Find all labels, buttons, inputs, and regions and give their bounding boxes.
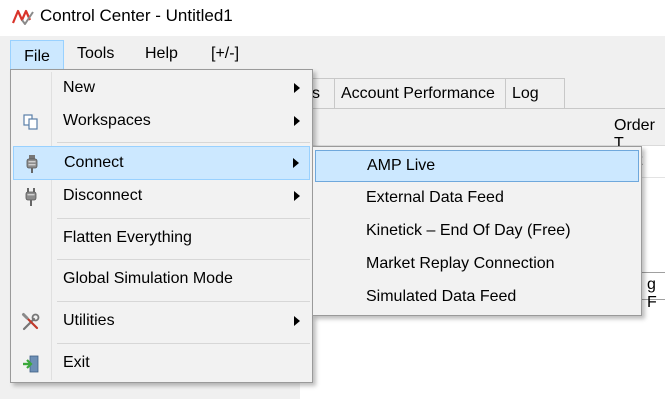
window-title: Control Center - Untitled1	[40, 6, 233, 25]
menu-item-label: Workspaces	[63, 112, 151, 129]
submenu-item-label: AMP Live	[367, 157, 436, 174]
title-bar: Control Center - Untitled1	[0, 0, 665, 36]
submenu-arrow-icon	[293, 158, 299, 168]
menu-tools[interactable]: Tools	[69, 40, 122, 68]
menu-item-utilities[interactable]: Utilities	[13, 305, 310, 339]
menu-item-label: Global Simulation Mode	[63, 270, 233, 287]
menu-help[interactable]: Help	[137, 40, 186, 68]
disconnect-plug-icon	[25, 188, 37, 206]
menu-item-label: Connect	[64, 154, 124, 171]
ninjatrader-logo-icon	[11, 9, 34, 25]
submenu-arrow-icon	[294, 83, 300, 93]
submenu-item-label: Kinetick – End Of Day (Free)	[366, 222, 571, 239]
menu-separator	[57, 301, 310, 302]
menu-item-exit[interactable]: Exit	[13, 347, 310, 381]
workspaces-icon	[23, 114, 38, 130]
tab-strip: s Account Performance Log	[300, 78, 665, 108]
tab-account-performance[interactable]: Account Performance	[334, 78, 506, 108]
menu-item-connect[interactable]: Connect	[13, 146, 310, 180]
menu-item-flatten-everything[interactable]: Flatten Everything	[13, 222, 310, 256]
submenu-item-simulated-data-feed[interactable]: Simulated Data Feed	[315, 282, 639, 314]
menu-item-label: New	[63, 79, 96, 96]
submenu-arrow-icon	[294, 316, 300, 326]
partial-field-text: g F	[647, 276, 657, 311]
menu-separator	[57, 343, 310, 344]
exit-door-icon	[23, 355, 39, 373]
submenu-item-label: Market Replay Connection	[366, 255, 555, 272]
submenu-item-external-data-feed[interactable]: External Data Feed	[315, 183, 639, 215]
submenu-item-label: External Data Feed	[366, 189, 504, 206]
file-menu-dropdown: New Workspaces Connect Disconnect Flatte…	[10, 69, 313, 383]
menu-separator	[57, 218, 310, 219]
submenu-item-amp-live[interactable]: AMP Live	[315, 150, 639, 182]
tab-log[interactable]: Log	[505, 78, 565, 108]
utilities-tools-icon	[22, 313, 40, 331]
menu-expand-collapse[interactable]: [+/-]	[203, 40, 247, 68]
submenu-item-label: Simulated Data Feed	[366, 288, 517, 305]
connect-submenu: AMP Live External Data Feed Kinetick – E…	[312, 146, 642, 316]
menu-item-label: Flatten Everything	[63, 229, 192, 246]
connect-plug-icon	[26, 155, 38, 173]
menu-item-disconnect[interactable]: Disconnect	[13, 180, 310, 214]
submenu-item-market-replay[interactable]: Market Replay Connection	[315, 249, 639, 281]
menu-item-workspaces[interactable]: Workspaces	[13, 105, 310, 139]
submenu-arrow-icon	[294, 116, 300, 126]
grid-header	[300, 109, 665, 146]
menu-separator	[57, 142, 310, 143]
menu-item-global-simulation-mode[interactable]: Global Simulation Mode	[13, 263, 310, 297]
submenu-item-kinetick[interactable]: Kinetick – End Of Day (Free)	[315, 216, 639, 248]
menu-item-new[interactable]: New	[13, 72, 310, 106]
menu-separator	[57, 259, 310, 260]
menu-item-label: Utilities	[63, 312, 115, 329]
menu-bar: File Tools Help [+/-]	[0, 36, 665, 73]
menu-item-label: Exit	[63, 354, 90, 371]
menu-item-label: Disconnect	[63, 187, 143, 204]
submenu-arrow-icon	[294, 191, 300, 201]
